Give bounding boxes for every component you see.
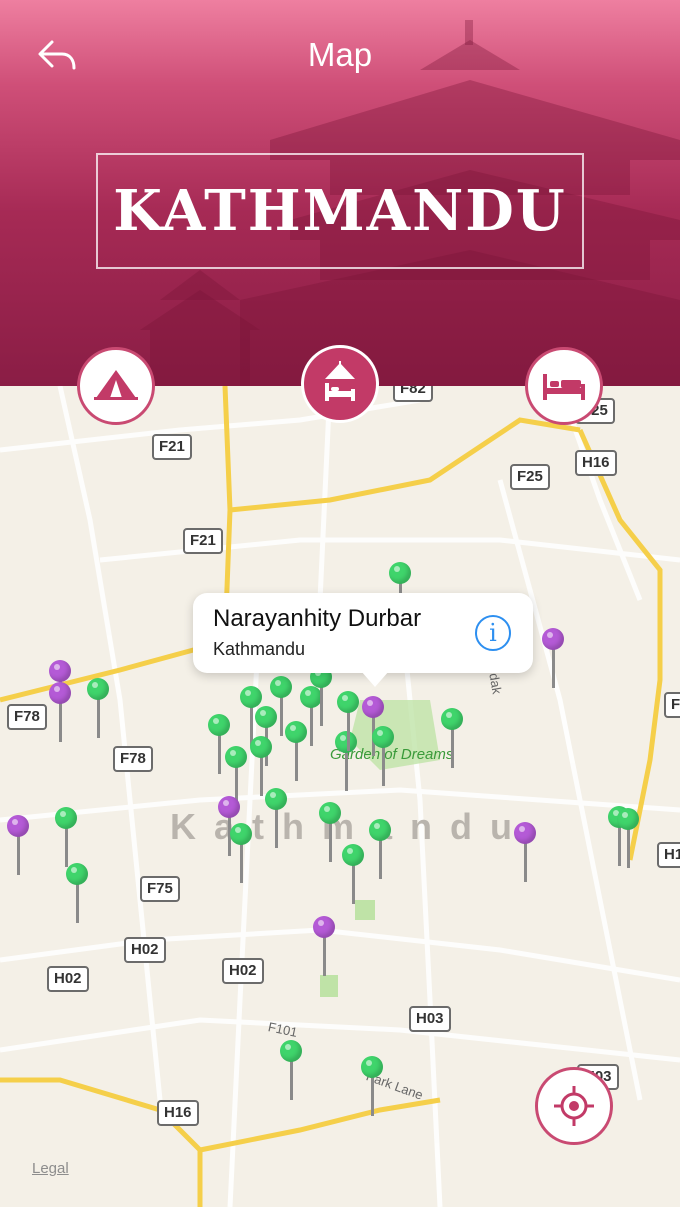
map-pin[interactable]: [361, 1056, 383, 1116]
map-pin[interactable]: [372, 726, 394, 786]
map-pin[interactable]: [313, 916, 335, 976]
legal-link[interactable]: Legal: [32, 1160, 69, 1177]
road-label: H02: [47, 966, 89, 992]
map-pin[interactable]: [87, 678, 109, 738]
callout-title: Narayanhity Durbar: [213, 605, 422, 632]
road-label: H1: [657, 842, 680, 868]
road-label: F78: [7, 704, 47, 730]
city-name: KATHMANDU: [113, 178, 567, 244]
crosshair-icon: [554, 1086, 594, 1126]
road-label: F25: [510, 464, 550, 490]
road-label: F78: [113, 746, 153, 772]
map-pin[interactable]: [319, 802, 341, 862]
bed-category-button[interactable]: [525, 347, 603, 425]
camp-hotel-icon: [325, 361, 355, 401]
map-pin[interactable]: [49, 682, 71, 742]
camp-hotel-category-button[interactable]: [301, 345, 379, 423]
map-pin[interactable]: [310, 666, 332, 726]
road-label: F21: [152, 434, 192, 460]
map-pin[interactable]: [250, 736, 272, 796]
road-label: F21: [183, 528, 223, 554]
nav-title: Map: [307, 36, 373, 73]
map-pin[interactable]: [265, 788, 287, 848]
map-pin[interactable]: [7, 815, 29, 875]
road-label: H16: [575, 450, 617, 476]
road-label: H02: [124, 937, 166, 963]
road-label: F82: [393, 386, 433, 402]
road-label: H16: [157, 1100, 199, 1126]
callout-subtitle: Kathmandu: [213, 639, 306, 659]
map-pin[interactable]: [617, 808, 639, 868]
tent-icon: [94, 370, 138, 400]
map-pin[interactable]: [337, 691, 359, 751]
info-button[interactable]: i: [475, 615, 511, 651]
map-pin[interactable]: [342, 844, 364, 904]
road-label: F75: [140, 876, 180, 902]
road-label: F: [664, 692, 680, 718]
map-pin[interactable]: [66, 863, 88, 923]
city-banner: KATHMANDU: [96, 153, 584, 269]
map-pin[interactable]: [542, 628, 564, 688]
bed-icon: [543, 374, 585, 400]
map-pin[interactable]: [514, 822, 536, 882]
map-callout[interactable]: Narayanhity Durbar Kathmandu i: [193, 593, 533, 687]
road-label: H03: [409, 1006, 451, 1032]
map-pin[interactable]: [280, 1040, 302, 1100]
locate-me-button[interactable]: [535, 1067, 613, 1145]
header: Map KATHMANDU: [0, 0, 680, 386]
map-pin[interactable]: [441, 708, 463, 768]
road-label: H02: [222, 958, 264, 984]
map-pin[interactable]: [55, 807, 77, 867]
map-pin[interactable]: [230, 823, 252, 883]
tent-category-button[interactable]: [77, 347, 155, 425]
map-pin[interactable]: [369, 819, 391, 879]
